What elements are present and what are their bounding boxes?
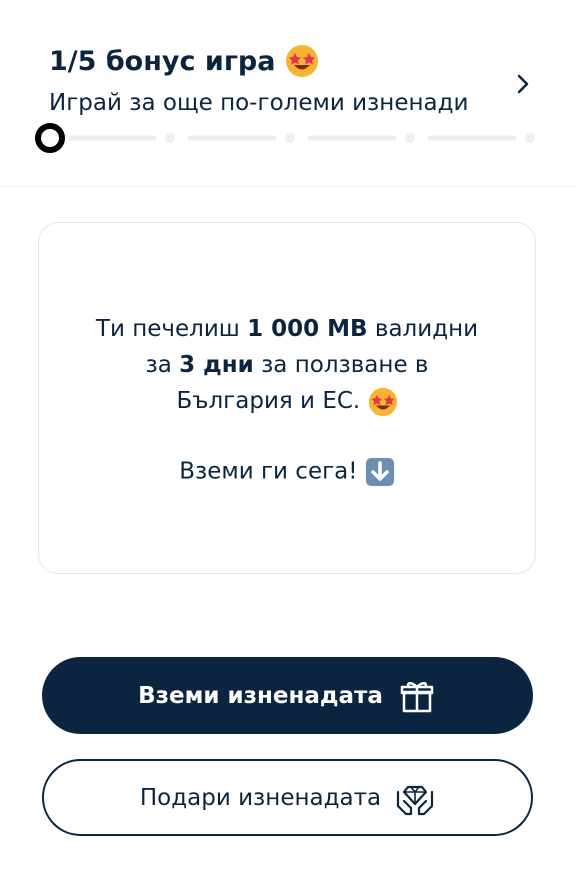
bonus-progress-track <box>35 123 535 153</box>
star-struck-emoji-icon <box>368 387 397 416</box>
claim-surprise-button[interactable]: Вземи изненадата <box>42 657 533 734</box>
progress-step <box>405 133 415 143</box>
claim-surprise-label: Вземи изненадата <box>138 682 383 709</box>
progress-step <box>525 133 535 143</box>
progress-step-current <box>35 123 65 153</box>
gift-surprise-button[interactable]: Подари изненадата <box>42 759 533 836</box>
title-text: 1/5 бонус игра <box>49 45 276 77</box>
gift-surprise-label: Подари изненадата <box>139 784 382 811</box>
star-struck-emoji-icon <box>286 45 319 77</box>
prize-message-text: Ти печелиш <box>95 316 248 342</box>
prize-message-text: за ползване в <box>253 352 429 378</box>
progress-step <box>285 133 295 143</box>
header-divider <box>0 186 576 187</box>
prize-card: Ти печелиш 1 000 MB валидни за 3 дни за … <box>38 222 536 574</box>
prize-message-text: България и ЕС. <box>176 388 361 414</box>
prize-cta-text: Вземи ги сега! <box>179 458 358 485</box>
prize-message-text: валидни <box>367 316 479 342</box>
hands-diamond-icon <box>395 778 435 818</box>
bonus-game-header[interactable]: 1/5 бонус игра Играй за още по-големи из… <box>0 0 576 186</box>
prize-message-text: за <box>145 352 180 378</box>
page-subtitle: Играй за още по-големи изненади <box>49 90 469 116</box>
page-title: 1/5 бонус игра <box>49 44 319 78</box>
prize-message: Ти печелиш 1 000 MB валидни за 3 дни за … <box>39 311 535 419</box>
down-arrow-emoji-icon <box>365 458 394 486</box>
gift-icon <box>397 676 437 716</box>
prize-cta: Вземи ги сега! <box>39 457 535 487</box>
chevron-right-icon[interactable] <box>511 70 535 98</box>
prize-days: 3 дни <box>179 352 254 378</box>
progress-step <box>165 133 175 143</box>
prize-amount: 1 000 MB <box>247 316 368 342</box>
